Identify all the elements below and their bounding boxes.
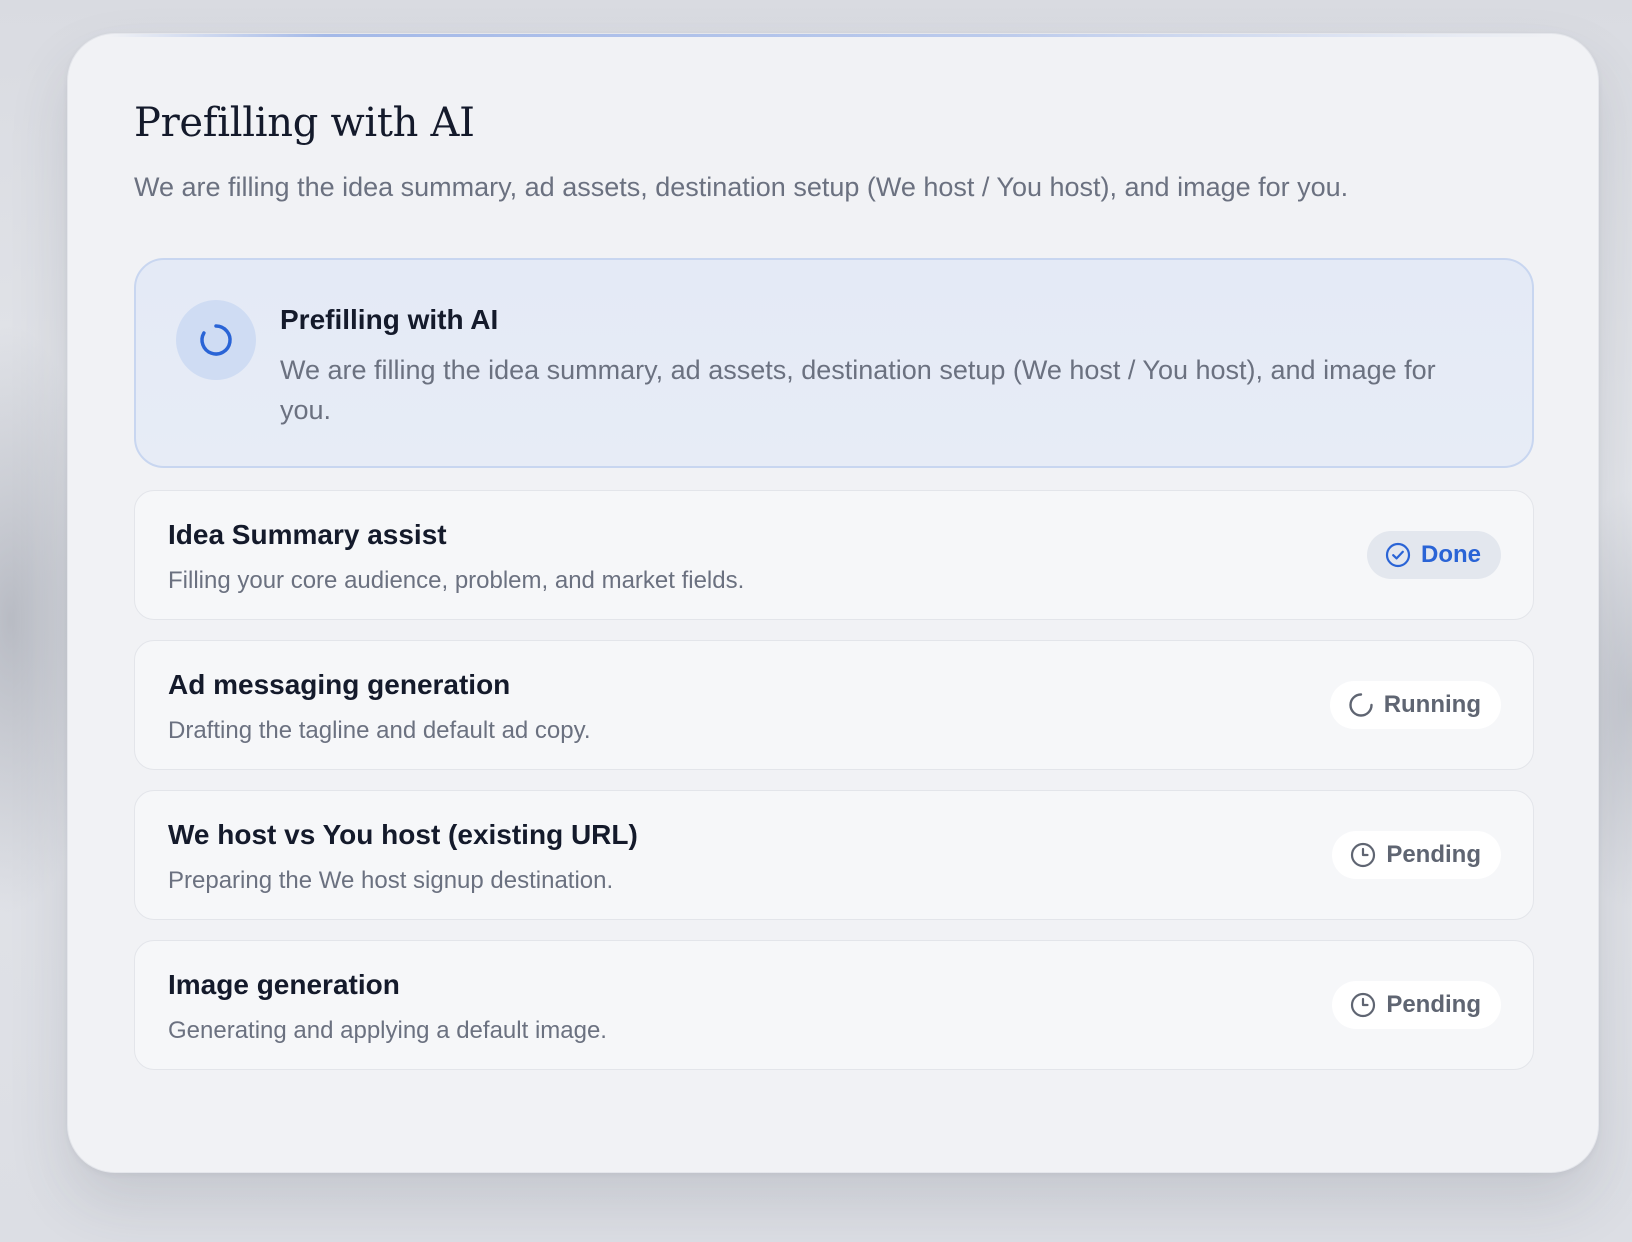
spinner-icon [176, 300, 256, 380]
status-badge-running: Running [1329, 681, 1501, 729]
task-card-image-generation: Image generation Generating and applying… [134, 940, 1534, 1070]
modal-top-accent [108, 34, 1558, 37]
status-badge-done: Done [1367, 531, 1501, 579]
modal-title: Prefilling with AI [134, 100, 475, 146]
loading-icon [1348, 692, 1374, 718]
task-card-idea-summary: Idea Summary assist Filling your core au… [134, 490, 1534, 620]
status-label: Pending [1386, 841, 1481, 868]
task-title: Image generation [168, 969, 400, 1000]
clock-icon [1350, 992, 1376, 1018]
modal-subtitle: We are filling the idea summary, ad asse… [134, 172, 1349, 202]
task-description: Drafting the tagline and default ad copy… [168, 717, 591, 744]
clock-icon [1350, 842, 1376, 868]
task-title: Ad messaging generation [168, 669, 511, 700]
status-label: Running [1383, 691, 1481, 718]
check-circle-icon [1385, 542, 1411, 568]
status-panel-description: We are filling the idea summary, ad asse… [280, 355, 1436, 425]
status-label: Pending [1386, 991, 1481, 1018]
task-title: We host vs You host (existing URL) [168, 819, 638, 850]
task-description: Preparing the We host signup destination… [168, 867, 614, 894]
status-badge-pending: Pending [1332, 981, 1501, 1029]
prefill-modal: Prefilling with AI We are filling the id… [67, 33, 1599, 1173]
task-description: Filling your core audience, problem, and… [168, 567, 745, 594]
status-label: Done [1421, 541, 1481, 568]
task-card-hosting: We host vs You host (existing URL) Prepa… [134, 790, 1534, 920]
status-panel-title: Prefilling with AI [280, 304, 499, 335]
status-badge-pending: Pending [1332, 831, 1501, 879]
prefill-status-panel: Prefilling with AI We are filling the id… [134, 258, 1534, 468]
task-card-ad-messaging: Ad messaging generation Drafting the tag… [134, 640, 1534, 770]
task-description: Generating and applying a default image. [168, 1017, 607, 1044]
task-title: Idea Summary assist [168, 519, 447, 550]
